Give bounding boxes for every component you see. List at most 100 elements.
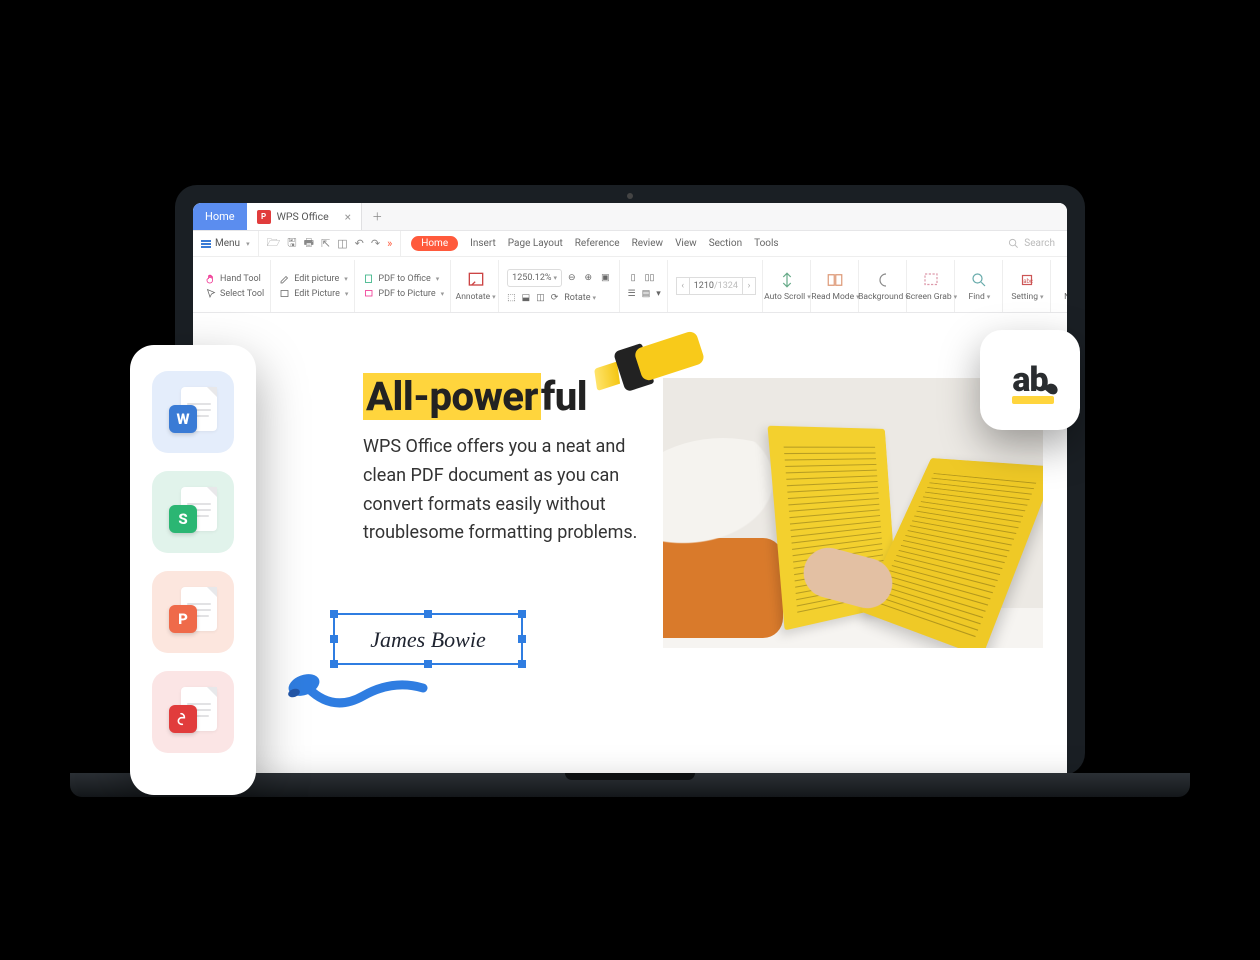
file-types-card: W S P	[130, 345, 256, 795]
search-icon	[1008, 238, 1019, 249]
two-page-icon[interactable]: ▯▯	[642, 273, 658, 283]
hand-icon	[205, 273, 217, 285]
pdf-tile[interactable]	[152, 671, 234, 753]
close-tab-icon[interactable]: ×	[345, 210, 351, 224]
preview-icon[interactable]: ◫	[337, 237, 347, 250]
zoom-out-icon[interactable]: ⊖	[565, 273, 579, 283]
spreadsheet-icon: S	[169, 505, 197, 533]
annotate-icon	[466, 270, 486, 290]
read-mode-button[interactable]: Read Mode	[813, 260, 859, 312]
tab-ribbon-home[interactable]: Home	[411, 236, 458, 251]
moon-icon	[873, 270, 893, 290]
image-edit-icon	[279, 288, 291, 300]
actual-size-icon[interactable]: ◫	[536, 293, 545, 303]
fit-page-icon[interactable]: ▣	[598, 273, 613, 283]
menu-button[interactable]: Menu	[193, 231, 259, 256]
svg-text:abc: abc	[1024, 278, 1034, 285]
highlight-tool-card[interactable]: ab	[980, 330, 1080, 430]
note-icon	[1066, 270, 1067, 290]
tab-ribbon-section[interactable]: Section	[709, 238, 742, 249]
laptop-frame: Home P WPS Office × ＋ Menu 🗁 🖫 🖶 ⇱ ◫ ↶ ↷	[175, 185, 1085, 775]
app-screen: Home P WPS Office × ＋ Menu 🗁 🖫 🖶 ⇱ ◫ ↶ ↷	[193, 203, 1067, 775]
edit-icon	[279, 273, 291, 285]
ab-icon: ab	[1012, 360, 1047, 400]
ribbon-group-tools: Hand Tool Select Tool	[199, 260, 271, 312]
ribbon-group-nav: ‹ 1210/1324 ›	[670, 260, 763, 312]
ribbon: Hand Tool Select Tool Edit picture Edit …	[193, 257, 1067, 313]
print-icon[interactable]: 🖶	[304, 234, 314, 253]
document-tab[interactable]: P WPS Office ×	[247, 203, 362, 230]
camera-dot	[627, 193, 633, 199]
search-placeholder: Search	[1024, 238, 1055, 249]
heading-rest: ful	[541, 373, 587, 420]
document-canvas[interactable]: All-powerful WPS Office offers you a nea…	[193, 313, 1067, 775]
menubar: Menu 🗁 🖫 🖶 ⇱ ◫ ↶ ↷ » Home Insert Page La…	[193, 231, 1067, 257]
zoom-input[interactable]: 1250.12%	[507, 269, 562, 287]
redo-icon[interactable]: ↷	[371, 237, 380, 250]
next-page-button[interactable]: ›	[742, 277, 756, 295]
background-button[interactable]: Background	[861, 260, 907, 312]
setting-icon: abc	[1017, 270, 1037, 290]
thumbnails-icon[interactable]: ▤	[642, 289, 651, 299]
search-box[interactable]: Search	[996, 238, 1067, 249]
tab-ribbon-reference[interactable]: Reference	[575, 238, 620, 249]
spreadsheet-tile[interactable]: S	[152, 471, 234, 553]
auto-scroll-button[interactable]: Auto Scroll	[765, 260, 811, 312]
cursor-icon	[205, 288, 217, 300]
layout-more-icon[interactable]: ▾	[656, 289, 661, 299]
pdf-to-picture-button[interactable]: PDF to Picture	[363, 288, 444, 300]
pdf-picture-icon	[363, 288, 375, 300]
single-page-icon[interactable]: ▯	[628, 273, 639, 283]
quick-access-toolbar: 🗁 🖫 🖶 ⇱ ◫ ↶ ↷ »	[259, 231, 402, 256]
document-tab-label: WPS Office	[277, 210, 329, 223]
save-icon[interactable]: 🖫	[287, 234, 296, 253]
edit-picture-button[interactable]: Edit picture	[279, 273, 348, 285]
rotate-button[interactable]: Rotate	[564, 293, 596, 303]
pdf-app-icon	[169, 705, 197, 733]
page-paragraph: WPS Office offers you a neat and clean P…	[363, 433, 643, 548]
edit-picture2-button[interactable]: Edit Picture	[279, 288, 348, 300]
writer-tile[interactable]: W	[152, 371, 234, 453]
undo-icon[interactable]: ↶	[355, 237, 364, 250]
ribbon-group-page: ▯ ▯▯ ☰ ▤ ▾	[622, 260, 668, 312]
find-button[interactable]: Find	[957, 260, 1003, 312]
titlebar: Home P WPS Office × ＋	[193, 203, 1067, 231]
tab-ribbon-insert[interactable]: Insert	[470, 238, 496, 249]
heading-highlighted: All-power	[363, 373, 541, 420]
ribbon-group-convert: PDF to Office PDF to Picture	[357, 260, 451, 312]
page-navigator: ‹ 1210/1324 ›	[676, 277, 756, 295]
pdf-office-icon	[363, 273, 375, 285]
ribbon-group-edit: Edit picture Edit Picture	[273, 260, 355, 312]
ribbon-group-zoom: 1250.12% ⊖ ⊕ ▣ ⬚ ⬓ ◫ ⟳ Rotate	[501, 260, 619, 312]
pdf-to-office-button[interactable]: PDF to Office	[363, 273, 444, 285]
note-button[interactable]: Note	[1053, 260, 1067, 312]
more-icon[interactable]: »	[387, 237, 392, 250]
prev-page-button[interactable]: ‹	[676, 277, 690, 295]
hamburger-icon	[201, 240, 211, 248]
continuous-icon[interactable]: ☰	[628, 289, 636, 299]
fit-height-icon[interactable]: ⬓	[522, 293, 531, 303]
pen-scribble-illustration	[288, 653, 448, 713]
tab-ribbon-review[interactable]: Review	[632, 238, 664, 249]
tab-ribbon-tools[interactable]: Tools	[754, 238, 778, 249]
book-icon	[825, 270, 845, 290]
hand-tool-button[interactable]: Hand Tool	[205, 273, 264, 285]
presentation-icon: P	[169, 605, 197, 633]
tab-home[interactable]: Home	[193, 203, 247, 230]
fit-width-icon[interactable]: ⬚	[507, 293, 516, 303]
reflow-icon[interactable]: ⟳	[551, 293, 559, 303]
screen-grab-button[interactable]: Screen Grab	[909, 260, 955, 312]
setting-button[interactable]: abcSetting	[1005, 260, 1051, 312]
open-icon[interactable]: 🗁	[267, 234, 281, 253]
new-tab-button[interactable]: ＋	[362, 209, 393, 224]
export-icon[interactable]: ⇱	[321, 237, 330, 250]
page-input[interactable]: 1210/1324	[690, 277, 742, 295]
tab-ribbon-page-layout[interactable]: Page Layout	[508, 238, 563, 249]
zoom-in-icon[interactable]: ⊕	[582, 273, 596, 283]
annotate-button[interactable]: Annotate	[453, 260, 499, 312]
find-icon	[969, 270, 989, 290]
presentation-tile[interactable]: P	[152, 571, 234, 653]
select-tool-button[interactable]: Select Tool	[205, 288, 264, 300]
tab-ribbon-view[interactable]: View	[675, 238, 697, 249]
pdf-icon: P	[257, 210, 271, 224]
